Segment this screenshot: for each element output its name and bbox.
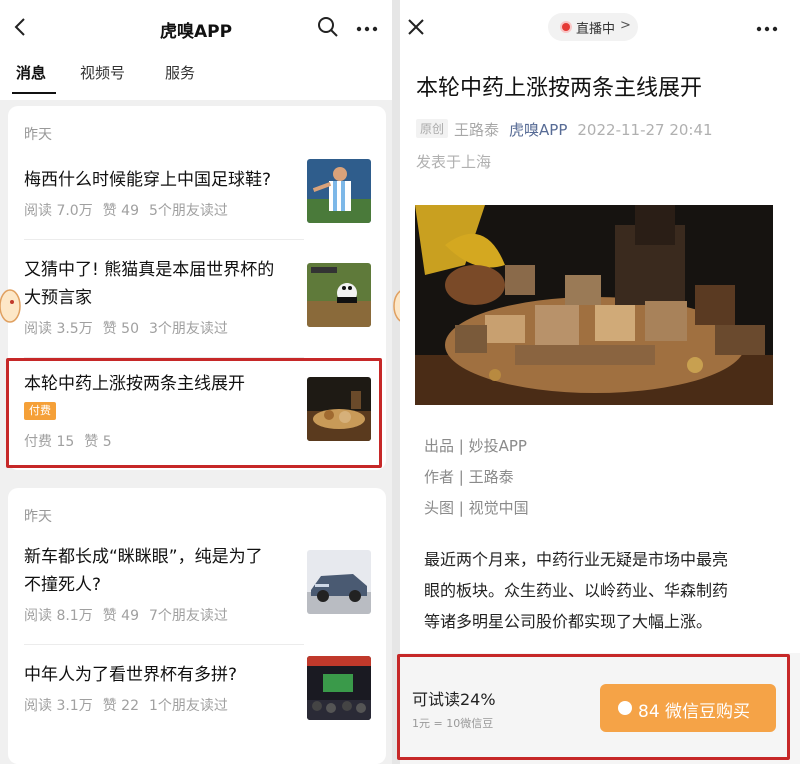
divider [24,644,304,645]
source-link[interactable]: 虎嗅APP [509,121,567,139]
article-title[interactable]: 新车都长成“眯眯眼”，纯是为了 不撞死人? [24,543,294,599]
live-status-pill[interactable]: 直播中 > [548,13,638,41]
search-icon[interactable] [316,15,340,39]
live-dot-icon [562,23,570,31]
highlight-annotation [6,358,382,468]
original-tag: 原创 [416,119,449,138]
article-heading: 本轮中药上涨按两条主线展开 [416,76,703,101]
credit-line: 出品 | 妙投APP [424,437,527,455]
tab-channels[interactable]: 视频号 [80,62,125,83]
panel-separator [392,0,400,764]
close-icon[interactable] [406,17,426,37]
publish-time: 2022-11-27 20:41 [577,121,713,139]
divider [24,239,304,240]
date-label: 昨天 [24,127,52,143]
article-thumbnail[interactable] [307,263,371,327]
article-title[interactable]: 又猜中了! 熊猫真是本届世界杯的 大预言家 [24,256,294,312]
article-meta: 阅读 3.1万赞 22 1个朋友读过 [24,698,228,714]
tab-messages[interactable]: 消息 [16,62,46,83]
mascot-icon [0,289,21,323]
article-thumbnail[interactable] [307,656,371,720]
article-meta: 阅读 3.5万赞 50 3个朋友读过 [24,321,228,337]
credit-line: 头图 | 视觉中国 [424,499,529,517]
article-body: 最近两个月来，中药行业无疑是市场中最亮 眼的板块。众生药业、以岭药业、华森制药 … [424,550,729,631]
active-tab-indicator [12,92,56,94]
tab-bar: 消息 视频号 服务 [0,62,392,94]
article-title[interactable]: 中年人为了看世界杯有多拼? [24,661,294,689]
article-title[interactable]: 梅西什么时候能穿上中国足球鞋? [24,166,294,194]
tab-fade [203,70,243,90]
article-reader-panel: 直播中 > 本轮中药上涨按两条主线展开 原创 王路泰 虎嗅APP 2022-11-27… [400,0,800,764]
chevron-right-icon: > [620,18,631,33]
chat-article-list-panel: 虎嗅APP 消息 视频号 服务 昨天 梅西什么时候能穿上中国足球鞋? 阅读 7.… [0,0,392,764]
article-thumbnail[interactable] [307,550,371,614]
article-byline: 原创 王路泰 虎嗅APP 2022-11-27 20:41 [416,119,713,140]
article-thumbnail[interactable] [307,159,371,223]
more-dots-icon[interactable] [356,26,378,32]
message-card: 昨天 新车都长成“眯眯眼”，纯是为了 不撞死人? 阅读 8.1万赞 49 7个朋友… [8,488,386,764]
credit-line: 作者 | 王路泰 [424,468,514,486]
highlight-annotation [397,654,790,760]
header-image [415,205,773,405]
tab-services[interactable]: 服务 [165,62,195,83]
article-meta: 阅读 7.0万赞 49 5个朋友读过 [24,203,228,219]
left-header: 虎嗅APP 消息 视频号 服务 [0,0,392,100]
publish-location: 发表于上海 [416,153,492,171]
live-label: 直播中 [576,22,616,37]
date-label: 昨天 [24,509,52,525]
author-name: 王路泰 [454,121,500,139]
article-meta: 阅读 8.1万赞 49 7个朋友读过 [24,608,228,624]
more-dots-icon[interactable] [756,26,778,32]
